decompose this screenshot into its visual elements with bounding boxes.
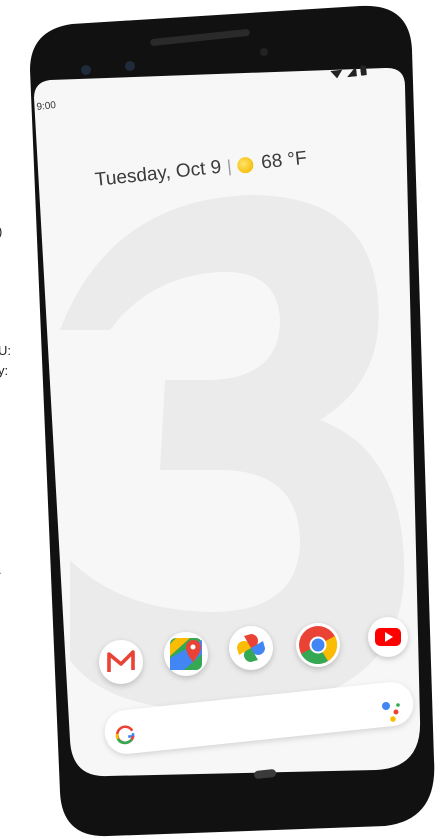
sensor-icon (260, 48, 268, 56)
front-camera-icon (125, 61, 135, 71)
separator: | (226, 156, 233, 177)
maps-icon[interactable] (164, 632, 208, 676)
gmail-icon[interactable] (99, 640, 143, 684)
battery-icon (360, 65, 367, 76)
status-time: 9:00 (36, 99, 57, 113)
signal-icon (347, 66, 358, 78)
phone (30, 5, 435, 837)
youtube-icon[interactable] (368, 617, 408, 657)
sun-icon (236, 156, 255, 174)
chrome-icon[interactable] (296, 623, 340, 667)
front-camera-icon (81, 65, 91, 75)
wifi-icon (330, 69, 343, 79)
photos-icon[interactable] (229, 626, 273, 670)
